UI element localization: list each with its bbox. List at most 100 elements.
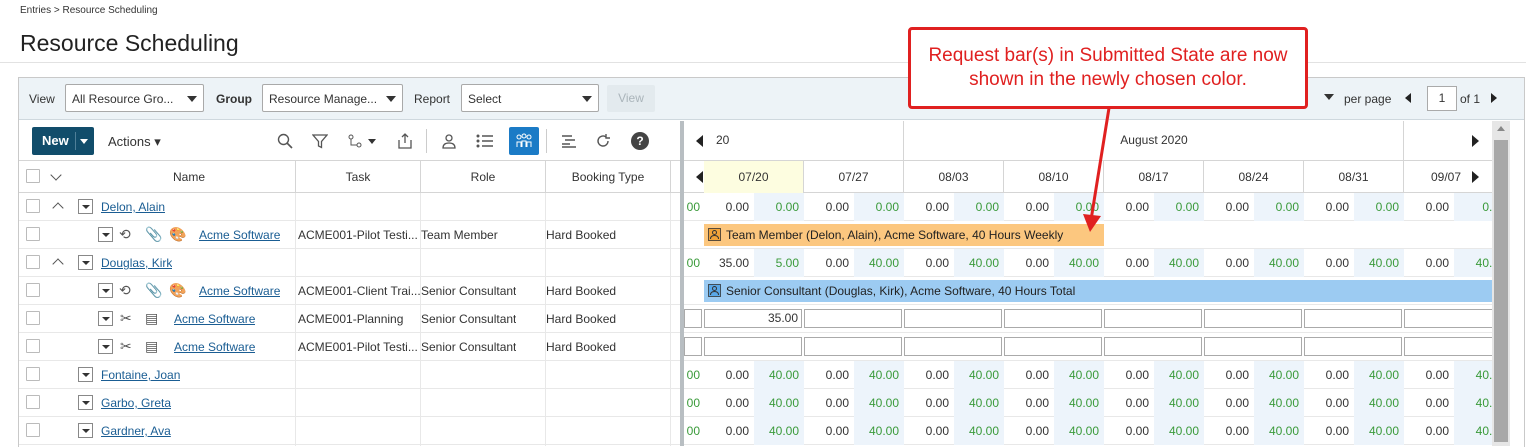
per-page-dropdown-icon[interactable] [1324,94,1334,100]
new-button[interactable]: New [32,127,94,155]
resource-name[interactable]: Garbo, Greta [101,389,171,417]
tools-icon[interactable]: ✂ [120,310,132,327]
row-checkbox[interactable] [26,395,40,409]
actions-menu[interactable]: Actions ▾ [108,134,161,150]
hours-entry-input[interactable] [684,337,702,356]
help-icon[interactable]: ? [631,132,649,150]
table-row[interactable]: ⟲ 📎 🎨 Acme Software ACME001-Client Trai.… [19,277,680,305]
next-page-icon[interactable] [1491,93,1497,103]
hours-entry-input[interactable] [1004,337,1102,356]
row-menu-dropdown[interactable] [98,283,113,298]
gantt-settings-icon[interactable] [558,130,580,152]
paperclip-icon[interactable]: 📎 [145,226,162,243]
tools-icon[interactable]: ✂ [120,338,132,355]
column-header-name[interactable]: Name [83,161,296,193]
row-checkbox[interactable] [26,339,40,353]
prev-period-icon[interactable] [696,135,703,147]
row-menu-dropdown[interactable] [78,423,93,438]
paperclip-icon[interactable]: 📎 [145,282,162,299]
project-link[interactable]: Acme Software [174,333,255,361]
resource-name[interactable]: Douglas, Kirk [101,249,172,277]
next-period-icon[interactable] [1472,135,1479,147]
row-checkbox[interactable] [26,423,40,437]
hours-entry-input[interactable] [1304,309,1402,328]
table-row[interactable]: Delon, Alain [19,193,680,221]
table-row[interactable]: Garbo, Greta [19,389,680,417]
hours-entry-input[interactable] [804,337,902,356]
row-menu-dropdown[interactable] [98,227,113,242]
breadcrumb[interactable]: Entries > Resource Scheduling [20,5,158,16]
project-link[interactable]: Acme Software [199,221,280,249]
next-week-icon[interactable] [1472,171,1479,183]
collapse-icon[interactable] [52,258,64,270]
row-checkbox[interactable] [26,283,40,297]
view-button[interactable]: View [607,85,655,112]
collapse-all-icon[interactable] [50,169,62,181]
row-checkbox[interactable] [26,311,40,325]
request-bar[interactable]: Senior Consultant (Douglas, Kirk), Acme … [704,280,1492,302]
history-icon[interactable]: ⟲ [119,226,131,243]
history-icon[interactable]: ⟲ [119,282,131,299]
row-checkbox[interactable] [26,367,40,381]
report-select[interactable]: Select [461,84,599,112]
filter-icon[interactable] [309,130,331,152]
column-header-task[interactable]: Task [296,161,421,193]
hours-entry-input[interactable] [704,337,802,356]
project-link[interactable]: Acme Software [199,277,280,305]
column-header-role[interactable]: Role [421,161,546,193]
palette-icon[interactable]: 🎨 [169,282,186,299]
row-menu-dropdown[interactable] [78,255,93,270]
table-row[interactable]: ✂ ▤ Acme Software ACME001-Pilot Testi...… [19,333,680,361]
scroll-thumb[interactable] [1494,140,1508,442]
timesheet-icon[interactable]: ▤ [145,310,158,327]
row-menu-dropdown[interactable] [98,339,113,354]
hours-entry-input[interactable] [1304,337,1402,356]
prev-week-icon[interactable] [696,171,703,183]
group-select[interactable]: Resource Manage... [262,84,403,112]
resource-icon[interactable] [438,130,460,152]
week-header[interactable]: 08/31 [1304,161,1404,193]
prev-page-icon[interactable] [1405,93,1411,103]
row-checkbox[interactable] [26,199,40,213]
resource-name[interactable]: Fontaine, Joan [101,361,180,389]
refresh-icon[interactable] [592,130,614,152]
table-row[interactable]: ✂ ▤ Acme Software ACME001-Planning Senio… [19,305,680,333]
resource-name[interactable]: Delon, Alain [101,193,165,221]
view-select[interactable]: All Resource Gro... [65,84,204,112]
hours-entry-input[interactable] [1004,309,1102,328]
hours-entry-input[interactable] [1404,309,1492,328]
hours-entry-input[interactable] [684,309,702,328]
project-link[interactable]: Acme Software [174,305,255,333]
week-header[interactable]: 09/07 [1404,161,1464,193]
request-bar[interactable]: Team Member (Delon, Alain), Acme Softwar… [704,224,1104,246]
row-menu-dropdown[interactable] [78,199,93,214]
resource-name[interactable]: Gardner, Ava [101,417,171,445]
table-row[interactable]: ⟲ 📎 🎨 Acme Software ACME001-Pilot Testi.… [19,221,680,249]
week-header[interactable]: 08/24 [1204,161,1304,193]
table-row[interactable]: Gardner, Ava [19,417,680,445]
row-menu-dropdown[interactable] [78,367,93,382]
column-header-booking-type[interactable]: Booking Type [546,161,671,193]
select-all-checkbox[interactable] [26,169,40,183]
week-header[interactable]: 07/20 [704,161,804,193]
table-row[interactable]: Fontaine, Joan [19,361,680,389]
collapse-icon[interactable] [52,202,64,214]
hierarchy-icon[interactable] [344,130,380,152]
row-checkbox[interactable] [26,255,40,269]
row-menu-dropdown[interactable] [78,395,93,410]
page-number-input[interactable]: 1 [1427,86,1457,111]
list-icon[interactable] [474,130,496,152]
week-header[interactable]: 07/27 [804,161,904,193]
week-header[interactable]: 08/03 [904,161,1004,193]
row-checkbox[interactable] [26,227,40,241]
scroll-up-icon[interactable] [1497,126,1505,131]
hours-entry-input[interactable] [1404,337,1492,356]
team-view-icon[interactable] [509,127,539,155]
hours-entry-input[interactable] [904,337,1002,356]
timesheet-icon[interactable]: ▤ [145,338,158,355]
hours-entry-input[interactable] [804,309,902,328]
hours-entry-input[interactable] [904,309,1002,328]
hours-entry-input[interactable] [1104,309,1202,328]
search-icon[interactable] [274,130,296,152]
export-icon[interactable] [394,130,416,152]
